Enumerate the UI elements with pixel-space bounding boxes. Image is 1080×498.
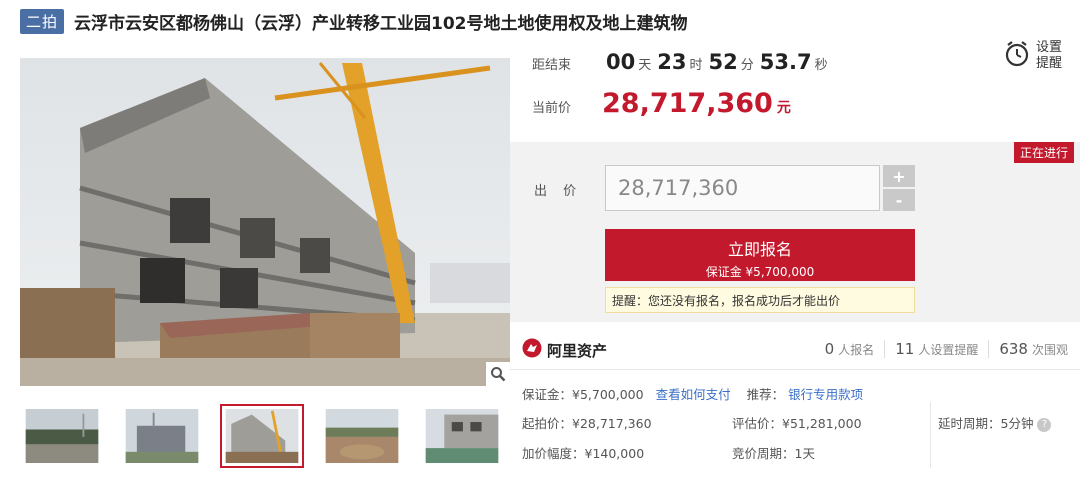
round-badge: 二拍 — [20, 8, 65, 34]
recommend-label: 推荐： — [746, 387, 785, 402]
bid-input[interactable]: 28,717,360 — [605, 165, 880, 211]
deposit-text: 保证金：¥5,700,000 — [522, 387, 644, 402]
stat-label: 人设置提醒 — [918, 343, 979, 357]
stats: 0 人报名 11 人设置提醒 638 次围观 — [825, 340, 1068, 358]
bank-payment-link[interactable]: 银行专用款项 — [788, 387, 863, 402]
stat-count: 638 — [999, 340, 1028, 358]
delay-cycle: 延时周期：5分钟? — [938, 413, 1052, 432]
current-price-value: 28,717,360 — [602, 88, 773, 119]
increase-bid-button[interactable]: + — [883, 165, 915, 187]
auction-details: 保证金：¥5,700,000 查看如何支付 推荐： 银行专用款项 起拍价：¥28… — [510, 380, 1080, 490]
thumbnail[interactable] — [320, 404, 404, 468]
register-button[interactable]: 立即报名 保证金 ¥5,700,000 — [605, 229, 915, 281]
register-button-label: 立即报名 — [727, 240, 792, 259]
page-title: 云浮市云安区都杨佛山（云浮）产业转移工业园102号地土地使用权及地上建筑物 — [74, 13, 688, 34]
status-badge: 正在进行 — [1013, 142, 1074, 163]
bid-cycle: 竞价周期：1天 — [732, 446, 815, 461]
thumbnail[interactable] — [420, 404, 504, 468]
countdown-hours: 23 — [657, 50, 687, 74]
countdown: 距结束 00 天 23 时 52 分 53.7 秒 — [532, 50, 834, 74]
countdown-seconds-unit: 秒 — [814, 58, 828, 73]
countdown-minutes: 52 — [708, 50, 738, 74]
bid-panel: 正在进行 出 价 28,717,360 + - 立即报名 保证金 ¥5,700,… — [510, 142, 1080, 322]
delay-cycle-text: 延时周期：5分钟 — [938, 416, 1034, 431]
register-tip: 提醒：您还没有报名，报名成功后才能出价 — [605, 287, 915, 313]
bid-increment: 加价幅度：¥140,000 — [522, 446, 645, 461]
zoom-icon[interactable] — [486, 362, 510, 386]
divider — [930, 402, 931, 468]
ali-asset-logo-icon — [522, 338, 542, 362]
start-price: 起拍价：¥28,717,360 — [522, 416, 652, 431]
current-price-unit: 元 — [776, 100, 791, 116]
stat-count: 11 — [895, 340, 915, 358]
thumbnail-strip — [20, 404, 510, 474]
current-price: 当前价 28,717,360 元 — [532, 88, 791, 119]
deposit-row: 保证金：¥5,700,000 查看如何支付 推荐： 银行专用款项 — [522, 384, 863, 403]
help-icon[interactable]: ? — [1037, 417, 1052, 432]
thumbnail[interactable] — [20, 404, 104, 468]
alarm-clock-icon — [1004, 40, 1030, 72]
countdown-label: 距结束 — [532, 58, 572, 73]
reminder-label: 设置提醒 — [1036, 40, 1063, 71]
stat-divider — [884, 340, 886, 358]
stat-divider — [988, 340, 990, 358]
stat-count: 0 — [824, 340, 835, 358]
how-to-pay-link[interactable]: 查看如何支付 — [656, 387, 731, 402]
countdown-minutes-unit: 分 — [740, 58, 754, 73]
current-price-label: 当前价 — [532, 101, 572, 116]
auction-info: 距结束 00 天 23 时 52 分 53.7 秒 当前价 28,717,360… — [510, 40, 1080, 142]
title-row: 二拍 云浮市云安区都杨佛山（云浮）产业转移工业园102号地土地使用权及地上建筑物 — [20, 8, 688, 34]
thumbnail-active[interactable] — [220, 404, 304, 468]
countdown-seconds: 53.7 — [759, 50, 812, 74]
appraisal-price: 评估价：¥51,281,000 — [732, 416, 862, 431]
stat-label: 次围观 — [1031, 343, 1068, 357]
thumbnail[interactable] — [120, 404, 204, 468]
countdown-days: 00 — [606, 50, 636, 74]
countdown-hours-unit: 时 — [689, 58, 703, 73]
bid-stepper: + - — [883, 165, 915, 211]
set-reminder-button[interactable]: 设置提醒 — [1004, 40, 1064, 72]
brand-name: 阿里资产 — [547, 341, 608, 360]
register-deposit-line: 保证金 ¥5,700,000 — [705, 265, 815, 279]
countdown-days-unit: 天 — [638, 58, 652, 73]
building-photo — [20, 58, 510, 386]
stat-label: 人报名 — [838, 343, 875, 357]
main-photo[interactable] — [20, 58, 510, 386]
bid-label: 出 价 — [534, 184, 583, 199]
brand[interactable]: 阿里资产 — [522, 338, 607, 362]
stats-bar: 阿里资产 0 人报名 11 人设置提醒 638 次围观 — [510, 330, 1080, 370]
decrease-bid-button[interactable]: - — [883, 189, 915, 211]
